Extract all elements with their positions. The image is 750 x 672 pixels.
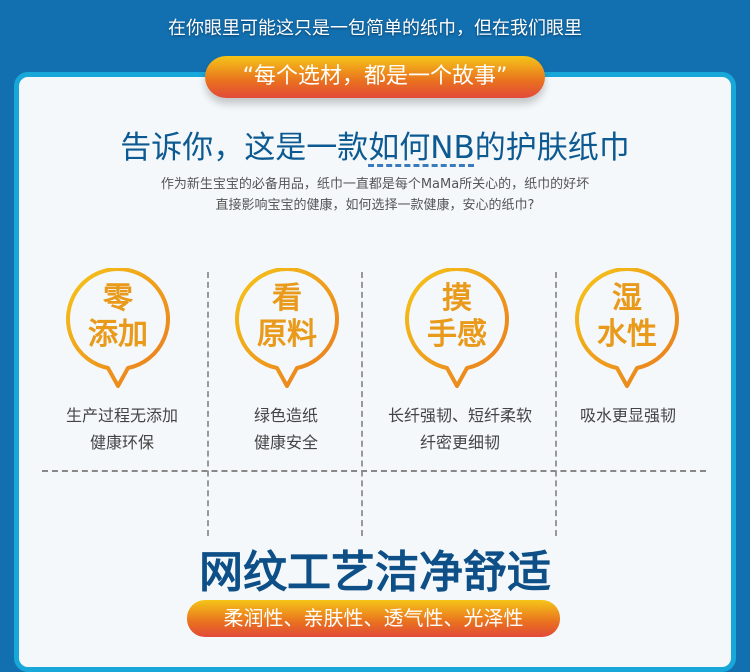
feature-badge: 摸 手感	[402, 268, 512, 388]
intro-title: 告诉你，这是一款如何NB的护肤纸巾	[0, 122, 750, 167]
caption-line: 健康安全	[253, 433, 318, 452]
feature-tags-banner: 柔润性、亲肤性、透气性、光泽性	[187, 600, 560, 637]
badge-text: 零	[103, 281, 133, 316]
divider	[361, 272, 363, 536]
caption-line: 绿色造纸	[253, 406, 318, 425]
caption-line: 生产过程无添加	[65, 406, 178, 425]
feature-badge: 零 添加	[63, 268, 173, 388]
badge-text: 湿	[612, 281, 642, 316]
caption-line: 吸水更显强韧	[579, 406, 676, 425]
badge-text: 手感	[427, 317, 487, 352]
section-title: 网纹工艺洁净舒适	[199, 547, 551, 598]
caption-line: 长纤强韧、短纤柔软	[387, 406, 532, 425]
divider	[42, 470, 706, 472]
feature-badge: 看 原料	[232, 268, 342, 388]
badge-text: 摸	[442, 281, 472, 316]
caption-line: 健康环保	[89, 433, 154, 452]
title-highlight: 如何NB	[368, 130, 475, 166]
feature-caption: 吸水更显强韧	[543, 402, 713, 429]
badge-text: 添加	[88, 317, 148, 352]
feature-caption: 生产过程无添加 健康环保	[37, 402, 207, 456]
title-part: 的护肤纸巾	[474, 130, 630, 166]
feature-badge: 湿 水性	[572, 268, 682, 388]
feature-caption: 长纤强韧、短纤柔软 纤密更细韧	[375, 402, 545, 456]
tagline: 在你眼里可能这只是一包简单的纸巾，但在我们眼里	[168, 18, 582, 39]
divider	[555, 272, 557, 536]
intro-text-line: 直接影响宝宝的健康，如何选择一款健康，安心的纸巾?	[215, 198, 535, 213]
divider	[207, 272, 209, 536]
caption-line: 纤密更细韧	[419, 433, 500, 452]
feature-caption: 绿色造纸 健康安全	[201, 402, 371, 456]
badge-text: 看	[272, 281, 302, 316]
title-part: 告诉你，这是一款	[120, 130, 369, 166]
badge-text: 原料	[257, 317, 317, 352]
intro-text-line: 作为新生宝宝的必备用品，纸巾一直都是每个MaMa所关心的，纸巾的好坏	[160, 177, 590, 192]
badge-text: 水性	[597, 317, 657, 352]
quote-banner: “每个选材，都是一个故事”	[205, 56, 545, 98]
